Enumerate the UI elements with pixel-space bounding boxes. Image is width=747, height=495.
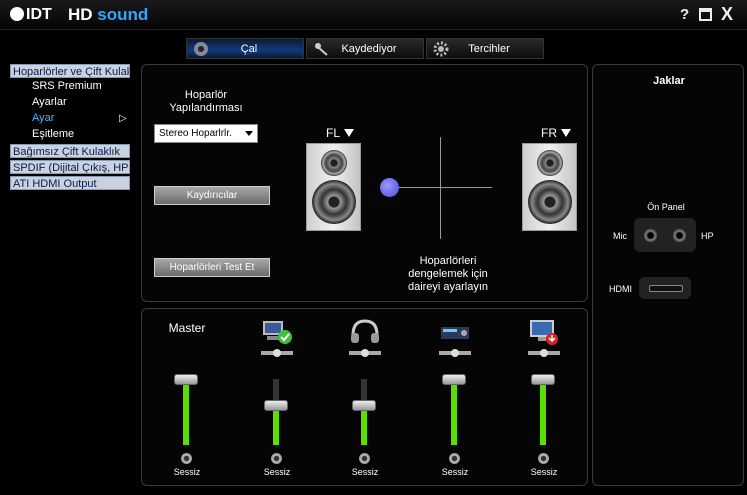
jacks-panel: Jaklar Ön Panel Mic HP HDMI (592, 64, 744, 486)
tab-preferences[interactable]: Tercihler (426, 38, 544, 59)
receiver-device-icon (439, 317, 471, 347)
mixer-channel: Sessiz (420, 309, 490, 485)
mute-label: Sessiz (263, 467, 291, 477)
mixer-channel: Master Sessiz (152, 309, 222, 485)
volume-slider[interactable] (531, 374, 555, 445)
sidebar-item-hdmi-output[interactable]: ATI HDMI Output (10, 176, 130, 190)
volume-slider-handle[interactable] (264, 400, 288, 411)
mic-label: Mic (613, 231, 627, 241)
balance-axis-vertical (440, 137, 441, 239)
right-speaker-icon[interactable] (522, 143, 577, 231)
maximize-button[interactable] (699, 8, 712, 21)
mixer-channel: Sessiz (330, 309, 400, 485)
mute-button[interactable] (359, 453, 370, 464)
gear-icon (433, 41, 449, 56)
hdmi-port-icon[interactable] (649, 285, 683, 292)
sidebar-item-equalizer[interactable]: Eşitleme (32, 126, 136, 142)
left-channel-label[interactable]: FL (326, 126, 355, 140)
microphone-icon (315, 42, 328, 56)
mute-label: Sessiz (441, 467, 469, 477)
mute-button[interactable] (449, 453, 460, 464)
volume-slider[interactable] (442, 374, 466, 445)
hdmi-label: HDMI (609, 284, 632, 294)
volume-slider-handle[interactable] (352, 400, 376, 411)
volume-slider[interactable] (264, 379, 288, 445)
volume-slider[interactable] (352, 379, 376, 445)
volume-slider-handle[interactable] (442, 374, 466, 385)
sidebar-item-independent-headphones[interactable]: Bağımsız Çift Kulaklık (10, 144, 130, 158)
volume-slider-handle[interactable] (531, 374, 555, 385)
test-speakers-button[interactable]: Hoparlörleri Test Et (154, 258, 270, 277)
balance-hint: Hoparlörleri dengelemek için daireyi aya… (407, 255, 489, 293)
config-heading: Hoparlör Yapılandırması (169, 89, 243, 114)
help-button[interactable]: ? (680, 6, 689, 23)
front-panel-label: Ön Panel (647, 202, 685, 212)
sidebar-item-srs-premium[interactable]: SRS Premium (32, 78, 136, 94)
volume-slider-handle[interactable] (174, 374, 198, 385)
headphones-icon (349, 317, 381, 347)
close-button[interactable]: X (721, 4, 733, 25)
mute-label: Sessiz (351, 467, 379, 477)
hp-label: HP (701, 231, 714, 241)
mute-button[interactable] (538, 453, 549, 464)
selected-arrow-icon: ▷ (119, 113, 127, 124)
channel-balance-slider[interactable] (439, 349, 471, 357)
main-tabs: Çal Kaydediyor Tercihler (186, 38, 546, 59)
mixer-channel: Sessiz (509, 309, 579, 485)
mute-label: Sessiz (173, 467, 201, 477)
volume-mixer-panel: Master Sessiz Sessiz Sessiz Sessiz Sessiz (141, 308, 588, 486)
mixer-channel: Sessiz (242, 309, 312, 485)
volume-level-fill (273, 405, 279, 445)
tab-recording[interactable]: Kaydediyor (306, 38, 424, 59)
volume-level-fill (361, 405, 367, 445)
logo-mark-icon (10, 7, 24, 21)
jacks-title: Jaklar (653, 75, 685, 87)
channel-balance-slider[interactable] (349, 349, 381, 357)
balance-handle[interactable] (380, 178, 399, 197)
sidebar-item-speakers-headphones[interactable]: Hoparlörler ve Çift Kulaklık (10, 64, 130, 78)
tab-label: Tercihler (468, 42, 510, 55)
title-bar: IDT HD sound ? X (0, 0, 747, 30)
sidebar-item-spdif[interactable]: SPDIF (Dijital Çıkış, HP Dock) (10, 160, 130, 174)
volume-level-fill (183, 379, 189, 445)
tab-label: Kaydediyor (341, 42, 397, 55)
chevron-down-icon (245, 131, 253, 136)
mute-button[interactable] (181, 453, 192, 464)
channel-balance-slider[interactable] (261, 349, 293, 357)
sidebar-item-settings[interactable]: Ayarlar (32, 94, 136, 110)
sliders-button[interactable]: Kaydırıcılar (154, 186, 270, 205)
volume-slider[interactable] (174, 374, 198, 445)
speaker-config-panel: Hoparlör Yapılandırması Stereo Hoparlrlr… (141, 64, 588, 302)
tab-play[interactable]: Çal (186, 38, 304, 59)
monitor-down-icon (528, 317, 560, 347)
master-label: Master (168, 321, 206, 335)
volume-level-fill (540, 379, 546, 445)
left-speaker-icon[interactable] (306, 143, 361, 231)
dropdown-arrow-icon (561, 129, 571, 137)
speaker-config-select[interactable]: Stereo Hoparlrlr. (154, 124, 258, 143)
speaker-play-icon (194, 41, 208, 56)
dropdown-arrow-icon (344, 129, 355, 137)
mute-label: Sessiz (530, 467, 558, 477)
hp-jack-icon[interactable] (673, 229, 686, 242)
pc-speaker-check-icon (261, 317, 293, 347)
channel-balance-slider[interactable] (528, 349, 560, 357)
right-channel-label[interactable]: FR (541, 126, 571, 140)
app-title: HD sound (68, 5, 149, 24)
mic-jack-icon[interactable] (644, 229, 657, 242)
sidebar: Hoparlörler ve Çift Kulaklık SRS Premium… (0, 62, 136, 190)
tab-label: Çal (240, 42, 258, 55)
mute-button[interactable] (271, 453, 282, 464)
idt-logo: IDT (10, 6, 52, 24)
volume-level-fill (451, 379, 457, 445)
